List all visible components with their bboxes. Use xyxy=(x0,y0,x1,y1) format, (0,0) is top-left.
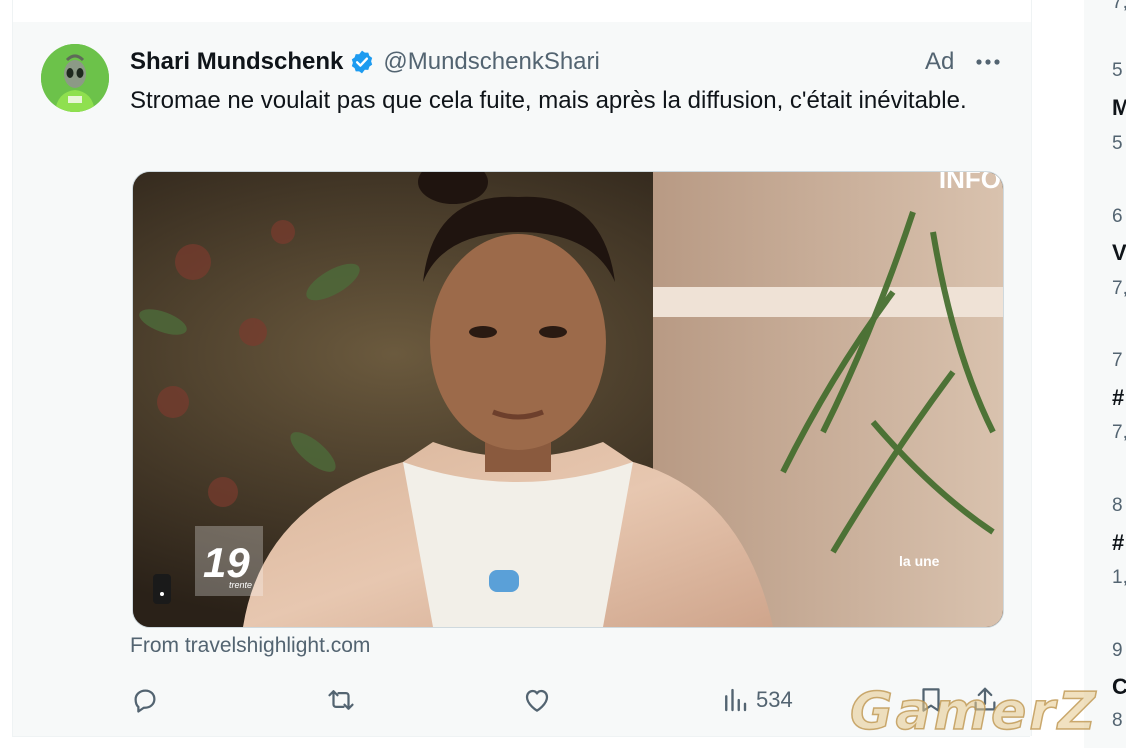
more-options-button[interactable] xyxy=(973,48,1003,76)
tweet-header: Shari Mundschenk @MundschenkShari xyxy=(130,46,600,78)
trend-count: 7, xyxy=(1112,278,1126,299)
trend-rank: 6 xyxy=(1112,206,1123,227)
source-link[interactable]: From travelshighlight.com xyxy=(130,634,370,658)
trend-rank: 9 xyxy=(1112,640,1123,661)
views-button[interactable]: 534 xyxy=(720,682,793,718)
trends-sidebar: 7, 5 M 5 6 V 7, 7 # 7, 8 # 1, 9 C 8 xyxy=(1084,0,1126,748)
trend-count: 5 xyxy=(1112,133,1123,154)
trend-title[interactable]: M xyxy=(1112,95,1126,121)
user-handle[interactable]: @MundschenkShari xyxy=(383,48,599,76)
display-name[interactable]: Shari Mundschenk xyxy=(130,48,343,76)
ad-label: Ad xyxy=(925,48,955,75)
timeline: Shari Mundschenk @MundschenkShari Ad Str… xyxy=(0,0,1032,749)
channel-sub: trente xyxy=(229,580,252,590)
retweet-button[interactable] xyxy=(326,682,356,718)
trend-count: 8 xyxy=(1112,710,1123,731)
channel-number: 19 xyxy=(203,539,250,586)
retweet-icon xyxy=(328,690,354,710)
info-overlay: INFO xyxy=(939,172,1001,194)
avatar[interactable] xyxy=(41,44,109,112)
trend-rank: 7 xyxy=(1112,350,1123,371)
previous-tweet-edge[interactable] xyxy=(12,0,1032,23)
video-frame: INFO 19 trente la une xyxy=(133,172,1003,627)
trend-rank: 5 xyxy=(1112,60,1123,81)
trend-count: 7, xyxy=(1112,0,1126,13)
watermark: GamerZ xyxy=(849,681,1099,743)
video-media[interactable]: INFO 19 trente la une xyxy=(132,171,1004,628)
tweet-text: Stromae ne voulait pas que cela fuite, m… xyxy=(130,87,967,114)
trend-title[interactable]: # xyxy=(1112,385,1124,411)
trend-title[interactable]: # xyxy=(1112,530,1124,556)
broadcaster-logo: la une xyxy=(899,553,940,569)
trend-count: 1, xyxy=(1112,567,1126,588)
trend-title[interactable]: C xyxy=(1112,674,1126,700)
views-count: 534 xyxy=(756,687,793,712)
heart-icon xyxy=(525,689,549,712)
trend-count: 7, xyxy=(1112,422,1126,443)
reply-button[interactable] xyxy=(130,682,160,718)
verified-badge-icon xyxy=(349,49,375,75)
trend-title[interactable]: V xyxy=(1112,240,1126,266)
like-button[interactable] xyxy=(522,682,552,718)
trend-rank: 8 xyxy=(1112,495,1123,516)
promoted-tweet[interactable]: Shari Mundschenk @MundschenkShari Ad Str… xyxy=(12,22,1032,736)
views-icon xyxy=(725,688,747,712)
more-icon xyxy=(976,59,1000,65)
reply-icon xyxy=(134,689,156,713)
